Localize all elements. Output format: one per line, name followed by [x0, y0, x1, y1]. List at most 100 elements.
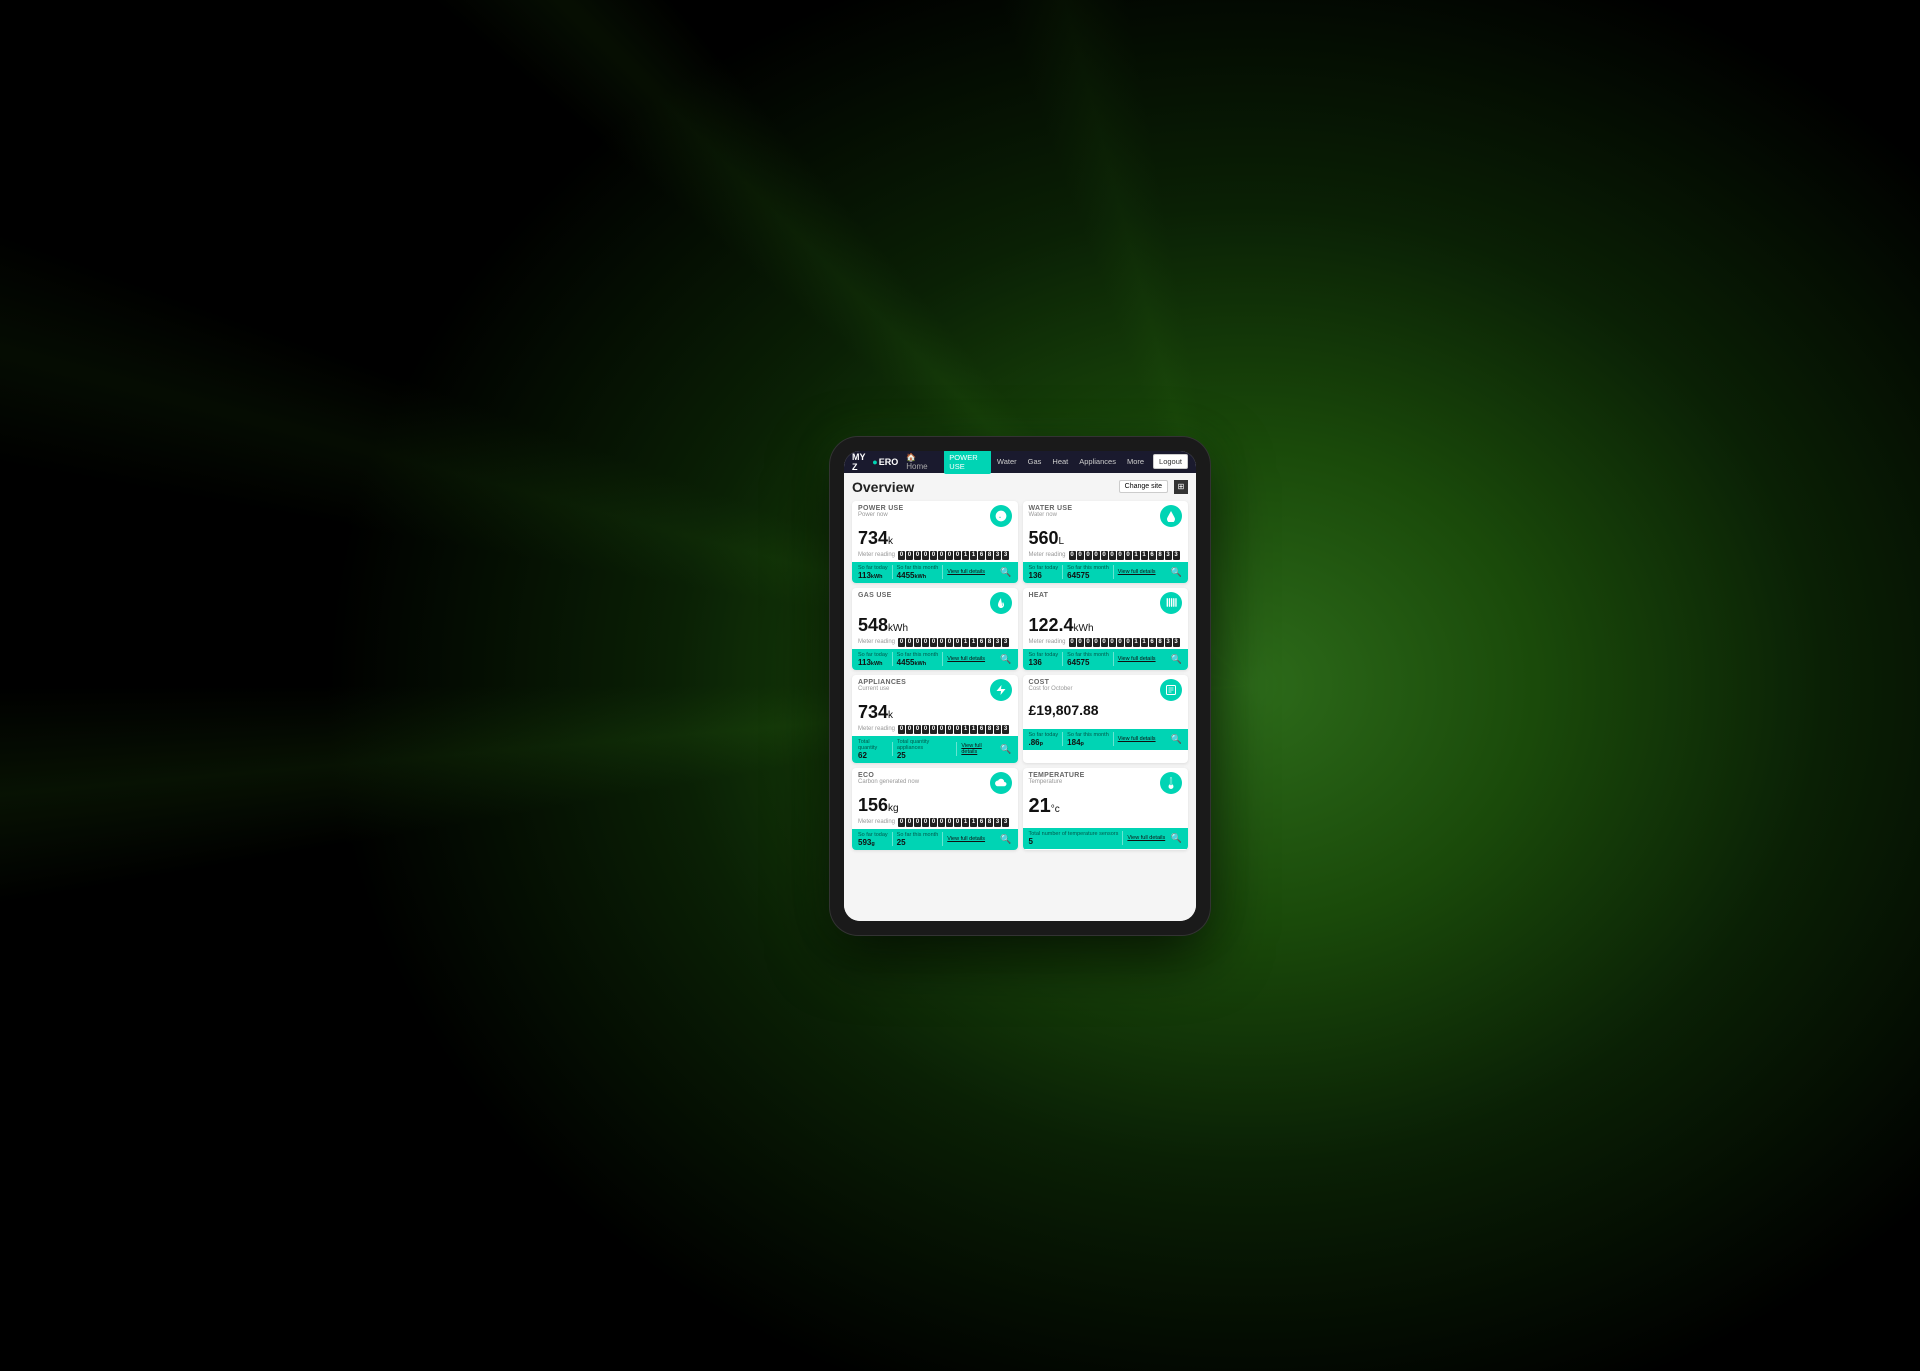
- temperature-search-icon[interactable]: 🔍: [1171, 833, 1182, 844]
- power-use-icon: [990, 505, 1012, 527]
- cost-sublabel: Cost for October: [1029, 686, 1073, 692]
- gas-use-label: GAS USE: [858, 592, 892, 599]
- nav-appliances[interactable]: Appliances: [1074, 454, 1121, 469]
- digit: 0: [898, 551, 905, 560]
- change-site-button[interactable]: Change site: [1119, 480, 1168, 493]
- digit: 0: [938, 551, 945, 560]
- footer-divider: [1062, 652, 1063, 666]
- footer-divider: [892, 832, 893, 846]
- eco-search-icon[interactable]: 🔍: [1000, 834, 1011, 845]
- logo-zero: ●: [872, 457, 877, 467]
- power-use-meter: Meter reading 0 0 0 0 0 0 0 0: [852, 549, 1018, 562]
- cards-grid: POWER USE Power now 734k Meter reading: [852, 501, 1188, 850]
- gas-use-meter: Meter reading 0 0 0 0 0 0 0 0: [852, 636, 1018, 649]
- eco-today-stat: So far today 593g: [858, 832, 888, 847]
- appliances-meter: Meter reading 0 0 0 0 0 0 0 0: [852, 723, 1018, 736]
- cost-month-stat: So far this month 184p: [1067, 732, 1109, 747]
- power-use-card: POWER USE Power now 734k Meter reading: [852, 501, 1018, 583]
- cost-icon: [1160, 679, 1182, 701]
- nav-home[interactable]: 🏠 Home: [906, 453, 938, 471]
- eco-today-value: 593g: [858, 838, 888, 847]
- cost-search-icon[interactable]: 🔍: [1171, 734, 1182, 745]
- nav-items: POWER USE Water Gas Heat Appliances More: [944, 451, 1149, 474]
- power-search-icon[interactable]: 🔍: [1000, 567, 1011, 578]
- footer-divider: [956, 742, 957, 756]
- digit: 0: [914, 725, 921, 734]
- digit: 0: [1093, 551, 1100, 560]
- eco-month-value: 25: [897, 838, 939, 847]
- water-use-meter-digits: 0 0 0 0 0 0 0 0 1 1: [1069, 551, 1180, 560]
- digit: 3: [1002, 551, 1009, 560]
- cost-details-link[interactable]: View full details: [1118, 736, 1156, 742]
- digit: 0: [946, 818, 953, 827]
- heat-footer: So far today 136 So far this month 64575…: [1023, 649, 1189, 670]
- digit: 1: [970, 638, 977, 647]
- footer-divider: [1113, 565, 1114, 579]
- water-search-icon[interactable]: 🔍: [1171, 567, 1182, 578]
- heat-header: HEAT: [1023, 588, 1189, 616]
- logout-button[interactable]: Logout: [1153, 454, 1188, 469]
- water-use-meter-label: Meter reading: [1029, 552, 1066, 558]
- digit: 0: [946, 638, 953, 647]
- water-details-link[interactable]: View full details: [1118, 569, 1156, 575]
- tablet-outer: MY Z●ERO 🏠 Home POWER USE Water Gas Heat…: [830, 437, 1210, 935]
- digit: 8: [986, 818, 993, 827]
- nav-electricity[interactable]: POWER USE: [944, 451, 991, 474]
- gas-details-link[interactable]: View full details: [947, 656, 985, 662]
- power-details-link[interactable]: View full details: [947, 569, 985, 575]
- footer-divider: [1113, 732, 1114, 746]
- gas-today-value: 113kWh: [858, 658, 888, 667]
- digit: 3: [994, 725, 1001, 734]
- digit: 0: [1085, 638, 1092, 647]
- digit: 1: [962, 551, 969, 560]
- digit: 0: [1109, 551, 1116, 560]
- digit: 0: [954, 725, 961, 734]
- footer-divider: [1062, 732, 1063, 746]
- appliances-details-link[interactable]: View full details: [961, 743, 996, 755]
- digit: 3: [994, 818, 1001, 827]
- digit: 0: [946, 551, 953, 560]
- app-logo: MY Z●ERO: [852, 452, 898, 472]
- digit: 1: [962, 638, 969, 647]
- eco-card: ECO Carbon generated now 156kg Meter rea…: [852, 768, 1018, 850]
- water-use-card: WATER USE Water now 560L Meter reading: [1023, 501, 1189, 583]
- footer-divider: [892, 742, 893, 756]
- water-use-icon: [1160, 505, 1182, 527]
- power-use-footer: So far today 113kWh So far this month 44…: [852, 562, 1018, 583]
- page-header: Overview Change site ⊞: [852, 479, 1188, 495]
- digit: 0: [1101, 638, 1108, 647]
- gas-use-footer: So far today 113kWh So far this month 44…: [852, 649, 1018, 670]
- gas-use-header: GAS USE: [852, 588, 1018, 616]
- gas-use-meter-label: Meter reading: [858, 639, 895, 645]
- heat-details-link[interactable]: View full details: [1118, 656, 1156, 662]
- temperature-details-link[interactable]: View full details: [1127, 835, 1165, 841]
- cost-today-stat: So far today .86p: [1029, 732, 1059, 747]
- nav-gas[interactable]: Gas: [1023, 454, 1047, 469]
- nav-water[interactable]: Water: [992, 454, 1022, 469]
- grid-icon[interactable]: ⊞: [1174, 480, 1188, 494]
- water-use-sublabel: Water now: [1029, 512, 1073, 518]
- power-today-value: 113kWh: [858, 571, 888, 580]
- digit: 0: [1085, 551, 1092, 560]
- temperature-sensors-value: 5: [1029, 837, 1119, 846]
- digit: 0: [906, 551, 913, 560]
- appliances-sublabel: Current use: [858, 686, 906, 692]
- eco-details-link[interactable]: View full details: [947, 836, 985, 842]
- heat-search-icon[interactable]: 🔍: [1171, 654, 1182, 665]
- digit: 0: [1093, 638, 1100, 647]
- digit: 0: [914, 551, 921, 560]
- temperature-footer: Total number of temperature sensors 5 Vi…: [1023, 828, 1189, 849]
- gas-search-icon[interactable]: 🔍: [1000, 654, 1011, 665]
- nav-heat[interactable]: Heat: [1047, 454, 1073, 469]
- tablet-screen: MY Z●ERO 🏠 Home POWER USE Water Gas Heat…: [844, 451, 1196, 921]
- footer-divider: [892, 565, 893, 579]
- digit: 6: [978, 551, 985, 560]
- appliances-search-icon[interactable]: 🔍: [1000, 744, 1011, 755]
- power-today-stat: So far today 113kWh: [858, 565, 888, 580]
- digit: 3: [1002, 818, 1009, 827]
- digit: 8: [986, 638, 993, 647]
- power-month-stat: So far this month 4455kWh: [897, 565, 939, 580]
- digit: 0: [922, 818, 929, 827]
- nav-more[interactable]: More: [1122, 454, 1149, 469]
- digit: 8: [1157, 638, 1164, 647]
